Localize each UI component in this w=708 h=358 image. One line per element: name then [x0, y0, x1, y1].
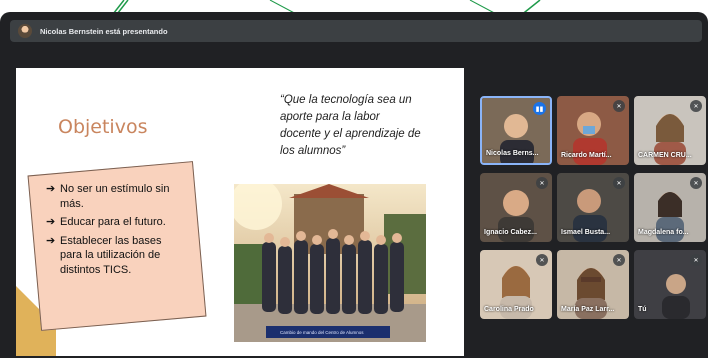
bullet-text: Establecer las bases: [60, 234, 162, 247]
participant-name: CARMEN CRU...: [638, 152, 692, 159]
participant-tile[interactable]: ✕ Magdalena fo...: [634, 173, 706, 242]
participant-tile[interactable]: ✕ Carolina Prado: [480, 250, 552, 319]
mic-off-icon: ✕: [536, 254, 548, 266]
bullet-text: distintos TICS.: [60, 263, 132, 276]
mic-off-icon: ✕: [613, 177, 625, 189]
arrow-icon: ➔: [46, 183, 56, 195]
participant-tile[interactable]: ✕ Ismael Busta...: [557, 173, 629, 242]
caption-line: Cambio de mando del Centro de Alumnos: [280, 329, 364, 335]
participant-name: Ignacio Cabez...: [484, 229, 537, 236]
bullet-text: No ser un estímulo sin: [60, 183, 170, 195]
bullet-item: ➔ No ser un estímulo sin más.: [46, 182, 206, 211]
students-photo: Cambio de mando del Centro de Alumnos: [234, 184, 426, 342]
bullet-list: ➔ No ser un estímulo sin más. ➔ Educar p…: [46, 182, 206, 281]
bullet-text: Educar para el futuro.: [60, 216, 166, 228]
mic-off-icon: ✕: [536, 177, 548, 189]
bullet-text: para la utilización de: [60, 249, 161, 261]
arrow-icon: ➔: [46, 234, 56, 247]
mic-off-icon: ✕: [613, 100, 625, 112]
presentation-slide: Objetivos “Que la tecnología sea un apor…: [16, 68, 464, 356]
mic-off-icon: ✕: [690, 100, 702, 112]
quote-line: “Que la tecnología sea un: [280, 94, 412, 106]
bullet-item: ➔ Establecer las bases para la utilizaci…: [46, 234, 206, 278]
quote-line: docente y el aprendizaje de: [280, 128, 421, 140]
participant-name: Carolina Prado: [484, 306, 534, 313]
participant-name: María Paz Larr...: [561, 306, 615, 313]
presenting-text: Nicolas Bernstein está presentando: [40, 26, 168, 36]
meet-window: Nicolas Bernstein está presentando Objet…: [0, 12, 708, 358]
participant-tile[interactable]: ✕ Ricardo Martí...: [557, 96, 629, 165]
photo-caption: Cambio de mando del Centro de Alumnos: [266, 326, 390, 338]
participant-tile[interactable]: ✕ Tú: [634, 250, 706, 319]
participant-tile[interactable]: ▮▮ Nicolas Berns...: [480, 96, 552, 165]
bullet-item: ➔ Educar para el futuro.: [46, 215, 206, 230]
participant-name: Ismael Busta...: [561, 229, 611, 236]
presenter-avatar: [18, 24, 32, 38]
participant-name: Magdalena fo...: [638, 229, 689, 236]
bullet-text: más.: [60, 197, 84, 210]
participant-name: Ricardo Martí...: [561, 152, 612, 159]
participant-tile[interactable]: ✕ Ignacio Cabez...: [480, 173, 552, 242]
students-photo-illustration: [234, 184, 426, 342]
speaking-indicator-icon: ▮▮: [533, 102, 546, 115]
mic-off-icon: ✕: [690, 177, 702, 189]
participant-tile[interactable]: ✕ María Paz Larr...: [557, 250, 629, 319]
participant-name: Nicolas Berns...: [486, 150, 539, 157]
arrow-icon: ➔: [46, 216, 56, 228]
slide-quote: “Que la tecnología sea un aporte para la…: [280, 92, 450, 160]
mic-off-icon: ✕: [690, 254, 702, 266]
participant-tile[interactable]: ✕ CARMEN CRU...: [634, 96, 706, 165]
participant-name: Tú: [638, 306, 647, 313]
presenting-banner: Nicolas Bernstein está presentando: [10, 20, 702, 42]
mic-off-icon: ✕: [613, 254, 625, 266]
quote-line: los alumnos”: [280, 145, 346, 157]
quote-line: aporte para la labor: [280, 111, 380, 123]
slide-title: Objetivos: [58, 116, 148, 138]
